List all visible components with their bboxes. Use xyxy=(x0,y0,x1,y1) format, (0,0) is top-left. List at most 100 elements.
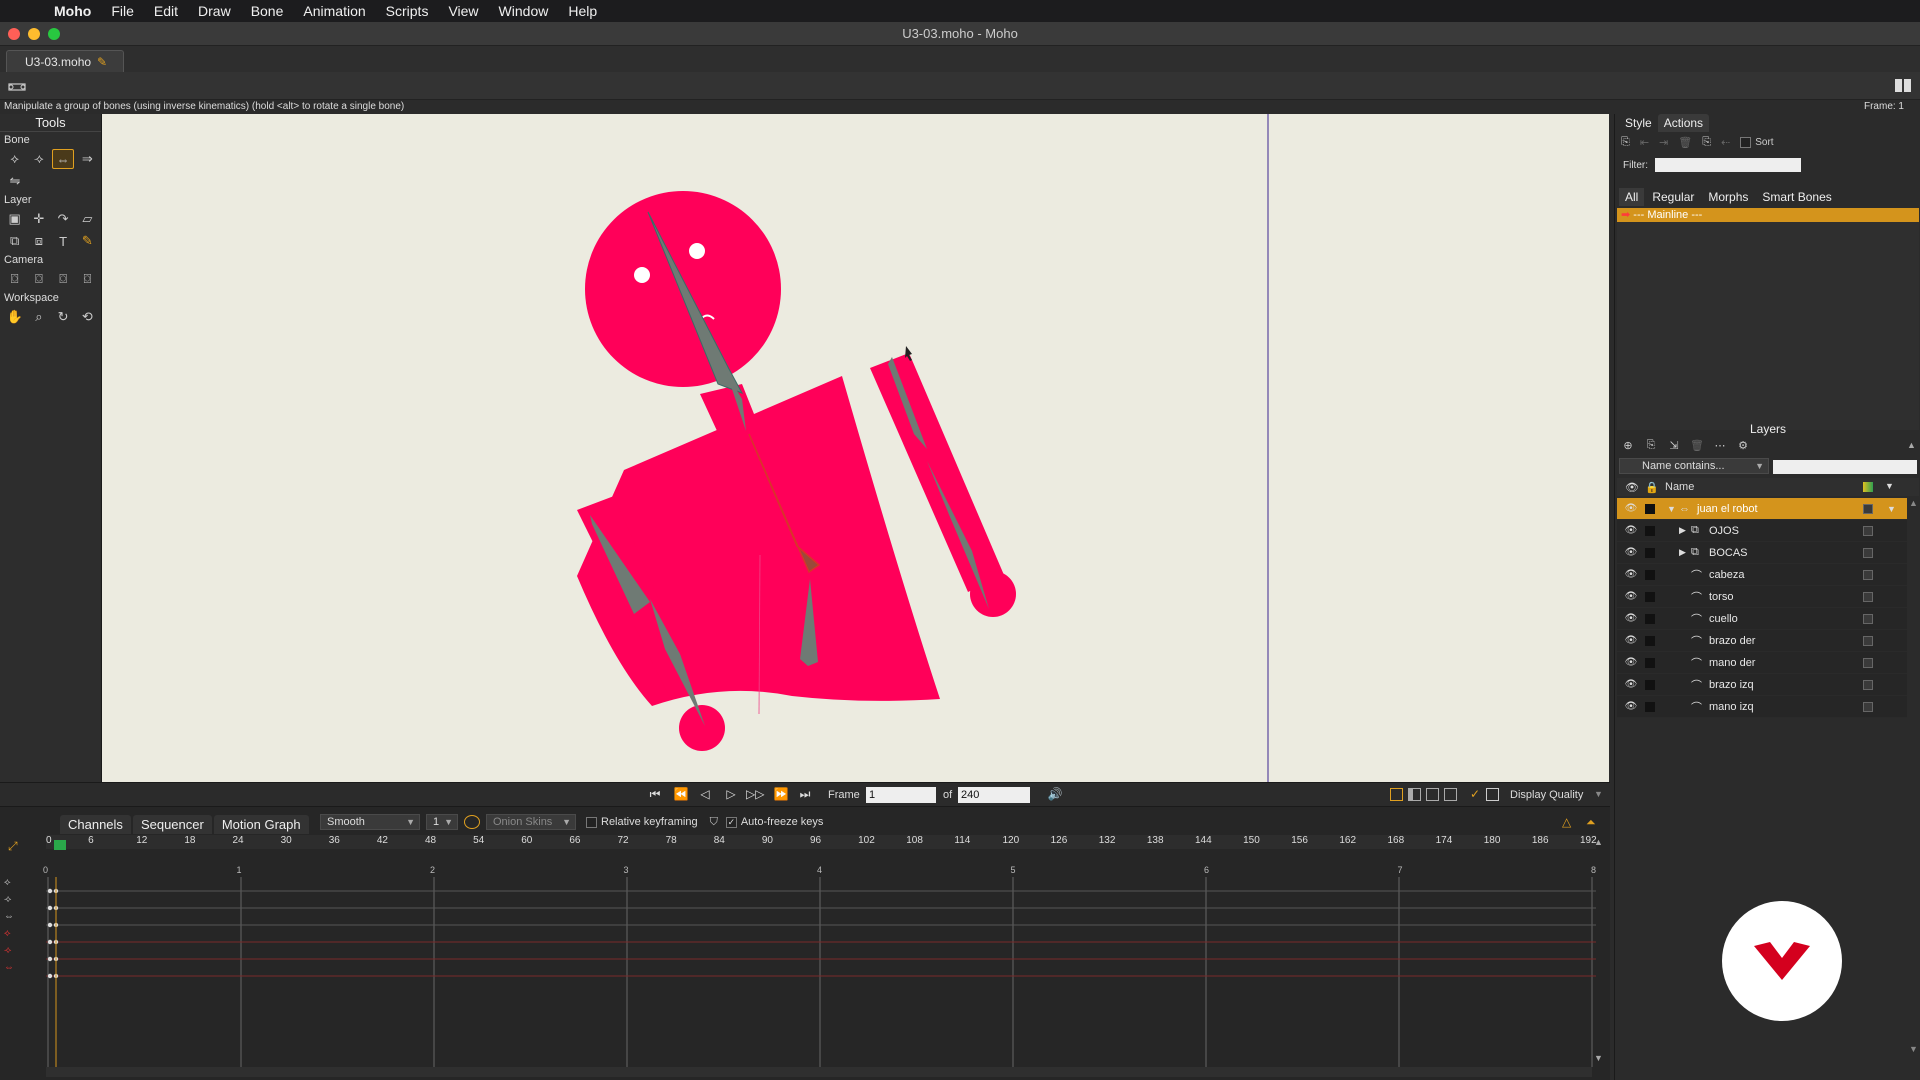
layer-color-swatch[interactable] xyxy=(1863,569,1873,580)
layer-color-swatch[interactable] xyxy=(1863,701,1873,712)
checkmark-icon[interactable]: ✓ xyxy=(1470,787,1480,801)
duplicate-action-icon[interactable]: ⇥ xyxy=(1659,136,1668,149)
scroll-down-icon[interactable]: ▼ xyxy=(1909,1044,1918,1054)
keyframe-marker[interactable] xyxy=(47,905,53,911)
layer-color-swatch[interactable] xyxy=(1863,503,1873,514)
frame-ruler[interactable]: 0 6 12 18 24 30 36 42 48 54 60 66 72 78 84 90 96 102 108 11… xyxy=(46,835,1597,849)
menu-help[interactable]: Help xyxy=(568,3,597,19)
lock-column-icon[interactable]: 🔒 xyxy=(1645,481,1659,494)
layer-row[interactable]: 👁 ▶ ⧉ BOCAS xyxy=(1617,542,1907,564)
visibility-column-icon[interactable]: 👁 xyxy=(1625,481,1639,494)
duplicate-layer-icon[interactable]: ⎘ xyxy=(1642,439,1660,455)
visibility-eye-icon[interactable]: 👁 xyxy=(1623,613,1639,624)
step-forward-icon[interactable]: ▷▷ xyxy=(746,787,764,803)
tab-regular[interactable]: Regular xyxy=(1646,188,1700,206)
relative-keyframing-checkbox[interactable] xyxy=(586,816,597,828)
playhead-marker[interactable] xyxy=(54,840,66,850)
filter-input[interactable] xyxy=(1655,158,1801,172)
rotate-workspace-icon[interactable]: ↻ xyxy=(53,307,74,327)
visibility-eye-icon[interactable]: 👁 xyxy=(1623,635,1639,646)
visibility-eye-icon[interactable]: 👁 xyxy=(1623,525,1639,536)
scroll-down-icon[interactable]: ▼ xyxy=(1594,1053,1603,1063)
layer-color-swatch[interactable] xyxy=(1863,635,1873,646)
keyframe-marker[interactable] xyxy=(47,888,53,894)
tab-all[interactable]: All xyxy=(1619,188,1645,206)
caret-up-icon[interactable]: △ xyxy=(1562,815,1571,829)
chevron-down-icon[interactable]: ▼ xyxy=(1594,789,1603,799)
visibility-eye-icon[interactable]: 👁 xyxy=(1623,569,1639,580)
rotate-layer-icon[interactable]: ↷ xyxy=(53,209,74,229)
visibility-eye-icon[interactable]: 👁 xyxy=(1623,503,1639,514)
layer-lock-toggle[interactable] xyxy=(1645,613,1655,624)
zoom-icon[interactable]: ⌕ xyxy=(28,307,49,327)
layer-lock-toggle[interactable] xyxy=(1645,547,1655,558)
layer-color-swatch[interactable] xyxy=(1863,679,1873,690)
keyframe-marker[interactable] xyxy=(47,922,53,928)
view-single-icon[interactable] xyxy=(1390,788,1403,801)
layer-color-swatch[interactable] xyxy=(1863,525,1873,536)
apple-icon[interactable] xyxy=(20,3,34,19)
collapse-triangle-icon[interactable]: ▶ xyxy=(1679,525,1686,536)
interval-select[interactable]: 1 ▼ xyxy=(426,814,458,830)
tab-actions[interactable]: Actions xyxy=(1657,114,1710,132)
activate-action-icon[interactable]: ⎘ xyxy=(1702,136,1711,149)
visibility-eye-icon[interactable]: 👁 xyxy=(1623,679,1639,690)
pan-tilt-camera-icon[interactable]: ⌼ xyxy=(77,269,98,289)
keyframe-marker[interactable] xyxy=(47,939,53,945)
layer-row[interactable]: 👁 ⌒ torso xyxy=(1617,586,1907,608)
chevron-down-icon[interactable]: ▼ xyxy=(1885,481,1894,491)
visibility-eye-icon[interactable]: 👁 xyxy=(1623,657,1639,668)
play-icon[interactable]: ▷ xyxy=(722,787,740,803)
import-layer-icon[interactable]: ⇲ xyxy=(1665,439,1683,455)
layer-lock-toggle[interactable] xyxy=(1645,569,1655,580)
visibility-eye-icon[interactable]: 👁 xyxy=(1623,547,1639,558)
insert-action-icon[interactable]: ⇤ xyxy=(1640,136,1649,149)
layer-row[interactable]: 👁 ▶ ⧉ OJOS xyxy=(1617,520,1907,542)
layer-lock-toggle[interactable] xyxy=(1645,635,1655,646)
layer-row[interactable]: 👁 ▼ ⇔ juan el robot ▼ xyxy=(1617,498,1907,520)
layer-row[interactable]: 👁 ⌒ mano der xyxy=(1617,652,1907,674)
sort-checkbox[interactable] xyxy=(1740,136,1752,148)
hand-left-shape[interactable] xyxy=(679,705,725,751)
mainline-item[interactable]: ➡ --- Mainline --- xyxy=(1617,208,1919,222)
shield-icon[interactable]: ⛉ xyxy=(710,816,718,829)
document-tab[interactable]: U3-03.moho ✎ xyxy=(6,50,124,72)
bone-options-icon[interactable] xyxy=(8,80,26,94)
tab-channels[interactable]: Channels xyxy=(60,815,131,834)
flip-layer-icon[interactable]: ⧈ xyxy=(28,231,49,251)
canvas-viewport[interactable] xyxy=(102,114,1609,782)
name-filter-select[interactable]: Name contains... ▼ xyxy=(1619,458,1769,474)
library-book-icon[interactable] xyxy=(1894,78,1912,94)
tab-style[interactable]: Style xyxy=(1619,114,1658,132)
translate-bone-icon[interactable]: ⟢ xyxy=(28,149,49,169)
layer-lock-toggle[interactable] xyxy=(1645,591,1655,602)
add-bone-icon[interactable]: ⇒ xyxy=(77,149,98,169)
expand-timeline-icon[interactable]: ⤢ xyxy=(8,839,18,854)
track-camera-icon[interactable]: ⌼ xyxy=(4,269,25,289)
visibility-eye-icon[interactable]: 👁 xyxy=(1623,591,1639,602)
layer-row[interactable]: 👁 ⌒ cabeza xyxy=(1617,564,1907,586)
menu-draw[interactable]: Draw xyxy=(198,3,231,19)
frame-input[interactable]: 1 xyxy=(866,787,936,803)
total-frames-input[interactable]: 240 xyxy=(958,787,1030,803)
layer-row[interactable]: 👁 ⌒ brazo izq xyxy=(1617,674,1907,696)
previous-keyframe-icon[interactable]: ⏪ xyxy=(672,787,690,803)
interpolation-select[interactable]: Smooth ▼ xyxy=(320,814,420,830)
onion-icon[interactable] xyxy=(464,815,480,829)
layer-settings-icon[interactable]: ⚙ xyxy=(1734,439,1752,455)
select-bone-icon[interactable]: ⟡ xyxy=(4,149,25,169)
channel-tracks[interactable] xyxy=(46,877,1596,1067)
layer-row[interactable]: 👁 ⌒ brazo der xyxy=(1617,630,1907,652)
menu-app[interactable]: Moho xyxy=(54,3,91,19)
layer-color-swatch[interactable] xyxy=(1863,613,1873,624)
return-mainline-icon[interactable]: ⇠ xyxy=(1721,136,1730,149)
menu-edit[interactable]: Edit xyxy=(154,3,178,19)
tab-morphs[interactable]: Morphs xyxy=(1702,188,1754,206)
set-origin-icon[interactable]: ▣ xyxy=(4,209,25,229)
scroll-up-icon[interactable]: ▲ xyxy=(1909,498,1918,508)
zoom-camera-icon[interactable]: ⌼ xyxy=(28,269,49,289)
keyframe-marker[interactable] xyxy=(47,956,53,962)
orbit-icon[interactable]: ⟲ xyxy=(77,307,98,327)
menu-bone[interactable]: Bone xyxy=(251,3,284,19)
color-column-icon[interactable] xyxy=(1863,482,1873,492)
